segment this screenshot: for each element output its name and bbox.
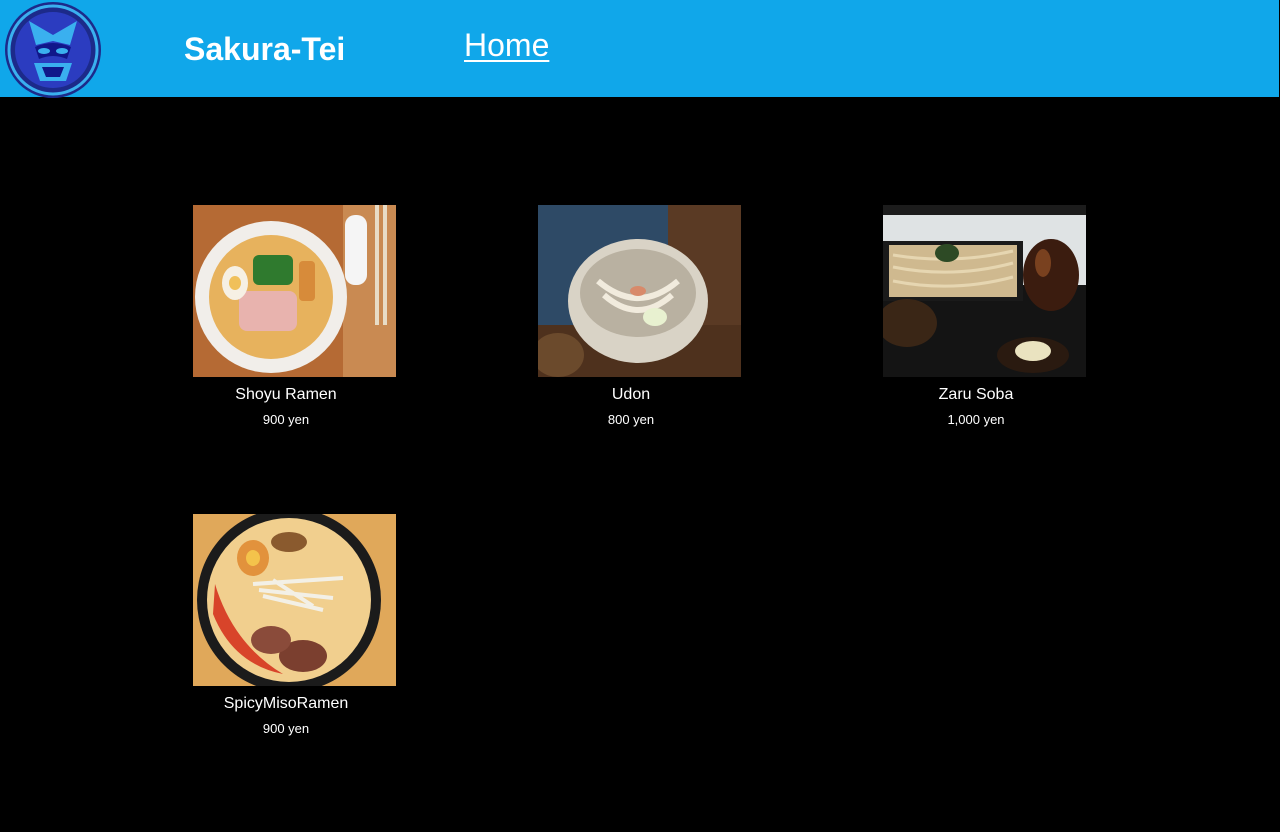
udon-photo[interactable]: [532, 205, 741, 377]
zaru-soba-photo[interactable]: [877, 205, 1086, 377]
menu-item-card[interactable]: Udon 800 yen: [532, 205, 741, 427]
menu-item-card[interactable]: SpicyMisoRamen 900 yen: [193, 508, 396, 736]
brand-title: Sakura-Tei: [184, 31, 346, 67]
samurai-mask-emblem-icon[interactable]: [4, 1, 102, 99]
spicy-miso-ramen-photo[interactable]: [193, 508, 396, 692]
menu-item-price: 800 yen: [607, 412, 655, 427]
menu-item-name: SpicyMisoRamen: [223, 695, 349, 712]
menu-item-name: Zaru Soba: [938, 386, 1014, 403]
site-header: Sakura-Tei Home: [0, 0, 1279, 99]
menu-item-price: 900 yen: [262, 721, 310, 736]
nav-home-link[interactable]: Home: [464, 26, 549, 64]
shoyu-ramen-photo[interactable]: [193, 205, 396, 377]
menu-item-card[interactable]: Zaru Soba 1,000 yen: [877, 205, 1086, 427]
menu-item-name: Shoyu Ramen: [235, 386, 337, 403]
menu-item-price: 900 yen: [262, 412, 310, 427]
menu-item-price: 1,000 yen: [947, 412, 1005, 427]
menu-item-name: Udon: [611, 386, 651, 403]
menu-item-card[interactable]: Shoyu Ramen 900 yen: [193, 205, 396, 427]
